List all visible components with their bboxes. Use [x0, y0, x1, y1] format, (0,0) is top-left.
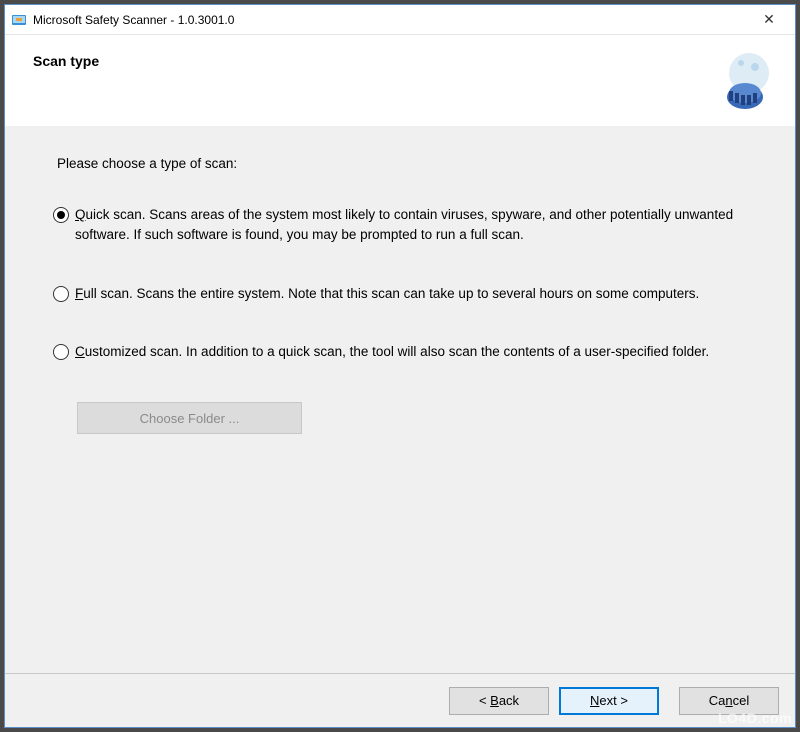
titlebar: Microsoft Safety Scanner - 1.0.3001.0 ✕: [5, 5, 795, 35]
wizard-header: Scan type: [5, 35, 795, 125]
choose-folder-button: Choose Folder ...: [77, 402, 302, 434]
window-title: Microsoft Safety Scanner - 1.0.3001.0: [33, 13, 749, 27]
content-area: Please choose a type of scan: Quick scan…: [5, 126, 795, 673]
radio-quick-scan[interactable]: Quick scan. Scans areas of the system mo…: [53, 205, 751, 246]
scan-type-radiogroup: Quick scan. Scans areas of the system mo…: [53, 205, 751, 362]
radio-label: Quick scan. Scans areas of the system mo…: [75, 205, 735, 246]
cancel-button[interactable]: Cancel: [679, 687, 779, 715]
page-title: Scan type: [33, 53, 99, 69]
radio-label: Customized scan. In addition to a quick …: [75, 342, 709, 362]
close-button[interactable]: ✕: [749, 6, 789, 34]
radio-customized-scan[interactable]: Customized scan. In addition to a quick …: [53, 342, 751, 362]
scan-prompt: Please choose a type of scan:: [57, 156, 751, 171]
window: Microsoft Safety Scanner - 1.0.3001.0 ✕ …: [4, 4, 796, 728]
wizard-footer: < Back Next > Cancel: [5, 673, 795, 727]
app-icon: [11, 12, 27, 28]
scanner-icon: [711, 49, 775, 113]
radio-button-icon: [53, 286, 69, 302]
next-button[interactable]: Next >: [559, 687, 659, 715]
radio-button-icon: [53, 344, 69, 360]
back-button[interactable]: < Back: [449, 687, 549, 715]
radio-button-icon: [53, 207, 69, 223]
radio-label: Full scan. Scans the entire system. Note…: [75, 284, 699, 304]
radio-full-scan[interactable]: Full scan. Scans the entire system. Note…: [53, 284, 751, 304]
